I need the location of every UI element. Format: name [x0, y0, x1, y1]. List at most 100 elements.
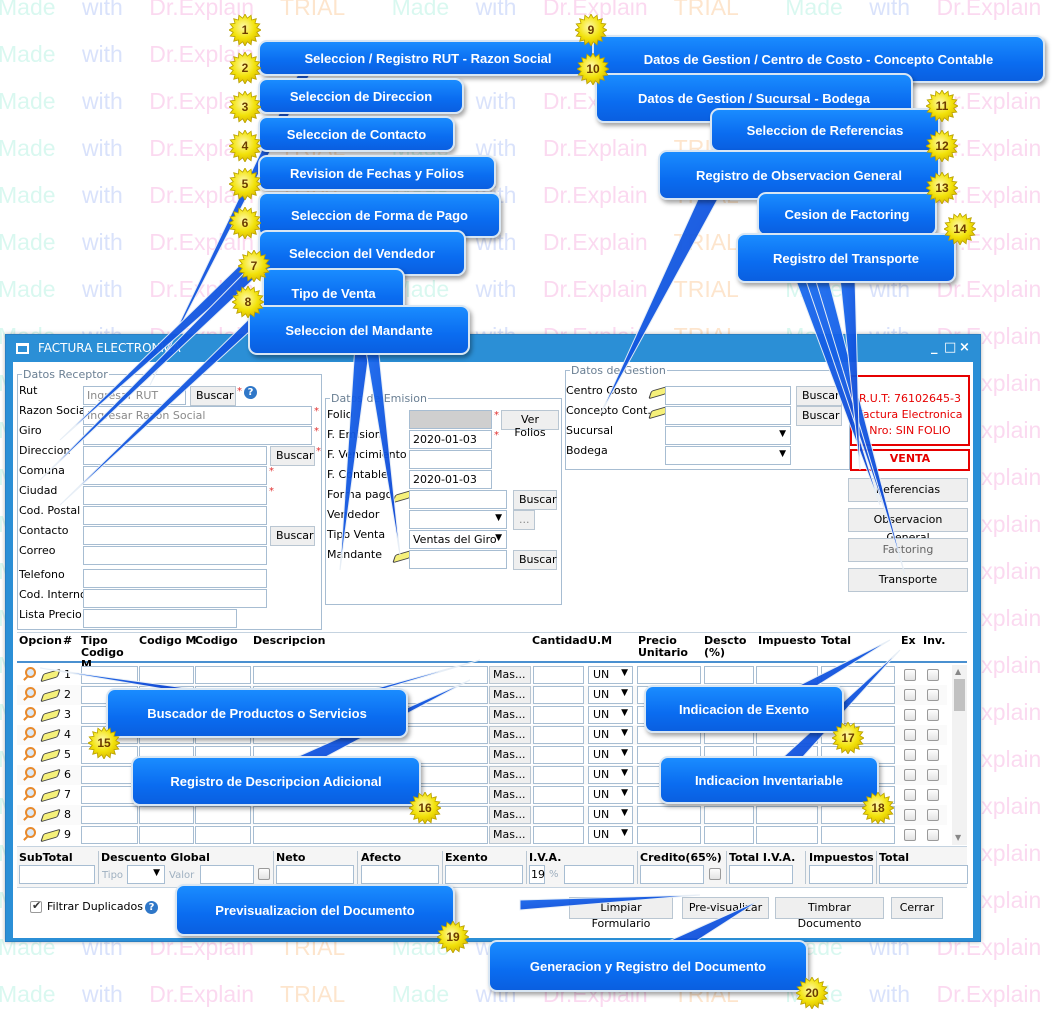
mas-button[interactable]: Mas...: [489, 686, 531, 704]
grid-cell-input[interactable]: [756, 666, 818, 684]
mas-button[interactable]: Mas...: [489, 826, 531, 844]
inventariable-checkbox[interactable]: [927, 829, 939, 841]
um-select[interactable]: UN ▼: [588, 746, 633, 764]
ver-folios-button[interactable]: Ver Folios: [501, 410, 559, 439]
filtrar-duplicados-checkbox[interactable]: ✔: [30, 899, 42, 913]
direccion-input[interactable]: [83, 446, 267, 465]
grid-cell-input[interactable]: [195, 666, 251, 684]
grid-cell-input[interactable]: [821, 826, 895, 844]
search-icon[interactable]: [25, 807, 36, 818]
scroll-down-icon[interactable]: ▼: [955, 833, 961, 842]
col-precio-unitario[interactable]: Precio Unitario: [638, 635, 688, 659]
cantidad-input[interactable]: [533, 726, 584, 744]
search-icon[interactable]: [25, 687, 36, 698]
col-cantidad[interactable]: Cantidad: [532, 635, 588, 647]
search-icon[interactable]: [25, 727, 36, 738]
grid-cell-input[interactable]: [704, 826, 754, 844]
um-select[interactable]: UN ▼: [588, 806, 633, 824]
cantidad-input[interactable]: [533, 686, 584, 704]
grid-scrollbar[interactable]: ▲ ▼: [952, 665, 967, 845]
descuento-tipo-select[interactable]: ▼: [127, 865, 165, 884]
forma-pago-buscar-button[interactable]: Buscar: [513, 490, 557, 510]
centro-costo-input[interactable]: [665, 386, 791, 405]
grid-cell-input[interactable]: [253, 666, 488, 684]
cantidad-input[interactable]: [533, 706, 584, 724]
inventariable-checkbox[interactable]: [927, 709, 939, 721]
col-codigo[interactable]: Codigo: [195, 635, 238, 647]
exento-checkbox[interactable]: [904, 809, 916, 821]
eraser-icon[interactable]: [40, 808, 61, 823]
tipo-venta-select[interactable]: Ventas del Giro ▼: [409, 530, 507, 549]
grid-cell-input[interactable]: [81, 666, 138, 684]
grid-cell-input[interactable]: [139, 826, 194, 844]
minimize-button[interactable]: _: [931, 340, 938, 355]
mas-button[interactable]: Mas...: [489, 786, 531, 804]
correo-input[interactable]: [83, 546, 267, 565]
grid-cell-input[interactable]: [81, 826, 138, 844]
col-opcion[interactable]: Opcion: [19, 635, 62, 647]
um-select[interactable]: UN ▼: [588, 706, 633, 724]
mas-button[interactable]: Mas...: [489, 766, 531, 784]
exento-checkbox[interactable]: [904, 689, 916, 701]
mas-button[interactable]: Mas...: [489, 746, 531, 764]
exento-checkbox[interactable]: [904, 669, 916, 681]
maximize-button[interactable]: □: [944, 340, 956, 355]
mas-button[interactable]: Mas...: [489, 726, 531, 744]
f-vencimiento-input[interactable]: [409, 450, 492, 469]
help-icon[interactable]: ?: [244, 386, 257, 399]
vendedor-select[interactable]: ▼: [409, 510, 507, 529]
col-codigo-m[interactable]: Codigo M: [139, 635, 196, 647]
exento-checkbox[interactable]: [904, 769, 916, 781]
bodega-select[interactable]: ▼: [665, 446, 791, 465]
um-select[interactable]: UN ▼: [588, 826, 633, 844]
transporte-button[interactable]: Transporte: [848, 568, 968, 592]
col-number[interactable]: #: [63, 635, 72, 647]
exento-checkbox[interactable]: [904, 729, 916, 741]
grid-cell-input[interactable]: [821, 666, 895, 684]
grid-cell-input[interactable]: [81, 806, 138, 824]
forma-pago-input[interactable]: [409, 490, 507, 509]
inventariable-checkbox[interactable]: [927, 669, 939, 681]
sucursal-select[interactable]: ▼: [665, 426, 791, 445]
scroll-thumb[interactable]: [954, 679, 965, 711]
giro-input[interactable]: [83, 426, 312, 445]
ciudad-input[interactable]: [83, 486, 267, 505]
cantidad-input[interactable]: [533, 806, 584, 824]
mandante-buscar-button[interactable]: Buscar: [513, 550, 557, 570]
limpiar-formulario-button[interactable]: Limpiar Formulario: [569, 897, 673, 930]
exento-checkbox[interactable]: [904, 829, 916, 841]
col-um[interactable]: U.M: [588, 635, 612, 647]
lista-precio-input[interactable]: [83, 609, 237, 628]
grid-cell-input[interactable]: [81, 786, 138, 804]
col-total[interactable]: Total: [821, 635, 851, 647]
exento-checkbox[interactable]: [904, 789, 916, 801]
grid-cell-input[interactable]: [704, 666, 754, 684]
telefono-input[interactable]: [83, 569, 267, 588]
inventariable-checkbox[interactable]: [927, 749, 939, 761]
um-select[interactable]: UN ▼: [588, 666, 633, 684]
grid-cell-input[interactable]: [253, 806, 488, 824]
cantidad-input[interactable]: [533, 746, 584, 764]
um-select[interactable]: UN ▼: [588, 726, 633, 744]
razon-social-input[interactable]: Ingresar Razón Social: [83, 406, 312, 425]
cod-postal-input[interactable]: [83, 506, 267, 525]
descuento-checkbox[interactable]: [258, 868, 270, 880]
cantidad-input[interactable]: [533, 826, 584, 844]
contacto-buscar-button[interactable]: Buscar: [270, 526, 315, 546]
mas-button[interactable]: Mas...: [489, 666, 531, 684]
credito-checkbox[interactable]: [709, 868, 721, 880]
search-icon[interactable]: [25, 747, 36, 758]
search-icon[interactable]: [25, 667, 36, 678]
cod-interno-input[interactable]: [83, 589, 267, 608]
vendedor-more-button[interactable]: ...: [513, 510, 535, 530]
window-titlebar[interactable]: FACTURA ELECTRONICA _ □ ×: [6, 335, 980, 363]
exento-checkbox[interactable]: [904, 709, 916, 721]
eraser-icon[interactable]: [40, 788, 61, 803]
close-button[interactable]: ×: [959, 340, 970, 355]
f-emision-input[interactable]: 2020-01-03: [409, 430, 492, 449]
pre-visualizar-button[interactable]: Pre-visualizar: [682, 897, 769, 919]
mas-button[interactable]: Mas...: [489, 706, 531, 724]
grid-cell-input[interactable]: [139, 806, 194, 824]
grid-cell-input[interactable]: [195, 806, 251, 824]
col-impuesto[interactable]: Impuesto: [758, 635, 816, 647]
